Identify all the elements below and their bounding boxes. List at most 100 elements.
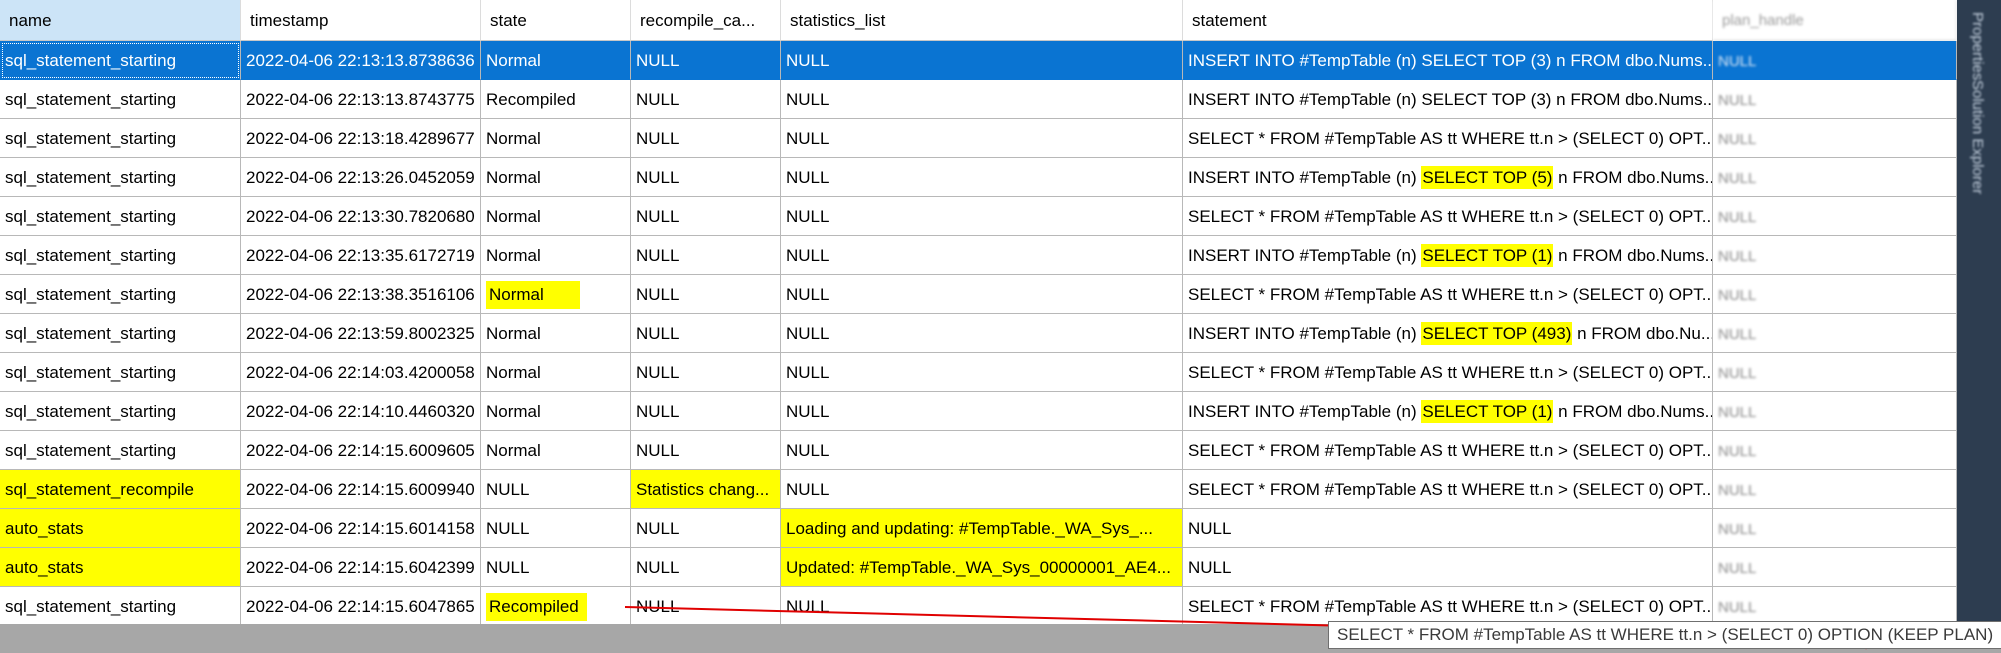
cell-statement[interactable]: SELECT * FROM #TempTable AS tt WHERE tt.… [1183,119,1713,158]
cell-recompile[interactable]: NULL [631,197,781,236]
cell-recompile[interactable]: NULL [631,548,781,587]
cell-recompile[interactable]: NULL [631,314,781,353]
cell-name[interactable]: auto_stats [0,548,241,587]
table-row[interactable]: sql_statement_starting 2022-04-06 22:13:2… [0,158,1957,197]
table-row[interactable]: sql_statement_starting 2022-04-06 22:13:1… [0,80,1957,119]
cell-timestamp[interactable]: 2022-04-06 22:13:30.7820680 [241,197,481,236]
cell-recompile[interactable]: NULL [631,80,781,119]
cell-plan-handle[interactable]: NULL [1713,80,1957,119]
cell-name[interactable]: sql_statement_starting [0,431,241,470]
cell-state[interactable]: Normal [481,236,631,275]
cell-statement[interactable]: INSERT INTO #TempTable (n) SELECT TOP (3… [1183,41,1713,80]
cell-timestamp[interactable]: 2022-04-06 22:13:35.6172719 [241,236,481,275]
cell-statistics[interactable]: NULL [781,119,1183,158]
cell-statistics[interactable]: NULL [781,392,1183,431]
cell-name[interactable]: sql_statement_starting [0,314,241,353]
cell-statistics[interactable]: NULL [781,236,1183,275]
cell-state[interactable]: Normal [481,275,631,314]
cell-plan-handle[interactable]: NULL [1713,509,1957,548]
cell-recompile[interactable]: NULL [631,158,781,197]
cell-recompile[interactable]: NULL [631,353,781,392]
cell-statistics[interactable]: NULL [781,470,1183,509]
cell-statement[interactable]: SELECT * FROM #TempTable AS tt WHERE tt.… [1183,587,1713,624]
cell-state[interactable]: Recompiled [481,80,631,119]
table-row[interactable]: sql_statement_starting 2022-04-06 22:13:1… [0,119,1957,158]
cell-plan-handle[interactable]: NULL [1713,548,1957,587]
column-header-timestamp[interactable]: timestamp [241,0,481,41]
cell-plan-handle[interactable]: NULL [1713,236,1957,275]
cell-name[interactable]: sql_statement_starting [0,41,241,80]
cell-plan-handle[interactable]: NULL [1713,197,1957,236]
cell-statistics[interactable]: NULL [781,80,1183,119]
column-header-recompile[interactable]: recompile_ca... [631,0,781,41]
cell-plan-handle[interactable]: NULL [1713,587,1957,624]
cell-statement[interactable]: INSERT INTO #TempTable (n) SELECT TOP (4… [1183,314,1713,353]
table-row[interactable]: sql_statement_starting 2022-04-06 22:13:1… [0,41,1957,80]
column-header-name[interactable]: name [0,0,241,41]
cell-timestamp[interactable]: 2022-04-06 22:14:15.6009605 [241,431,481,470]
cell-recompile[interactable]: NULL [631,236,781,275]
cell-state[interactable]: NULL [481,509,631,548]
cell-name[interactable]: sql_statement_recompile [0,470,241,509]
cell-statement[interactable]: SELECT * FROM #TempTable AS tt WHERE tt.… [1183,353,1713,392]
cell-name[interactable]: sql_statement_starting [0,275,241,314]
cell-state[interactable]: NULL [481,470,631,509]
cell-name[interactable]: sql_statement_starting [0,392,241,431]
cell-plan-handle[interactable]: NULL [1713,431,1957,470]
cell-recompile[interactable]: NULL [631,275,781,314]
cell-timestamp[interactable]: 2022-04-06 22:14:10.4460320 [241,392,481,431]
cell-plan-handle[interactable]: NULL [1713,158,1957,197]
cell-statistics[interactable]: Updated: #TempTable._WA_Sys_00000001_AE4… [781,548,1183,587]
table-row[interactable]: auto_stats 2022-04-06 22:14:15.6042399 NUL… [0,548,1957,587]
cell-timestamp[interactable]: 2022-04-06 22:13:13.8743775 [241,80,481,119]
cell-state[interactable]: Normal [481,197,631,236]
cell-statistics[interactable]: Loading and updating: #TempTable._WA_Sys… [781,509,1183,548]
cell-statement[interactable]: NULL [1183,548,1713,587]
cell-plan-handle[interactable]: NULL [1713,470,1957,509]
cell-plan-handle[interactable]: NULL [1713,41,1957,80]
cell-statistics[interactable]: NULL [781,197,1183,236]
table-row[interactable]: sql_statement_starting 2022-04-06 22:13:3… [0,236,1957,275]
cell-state[interactable]: Normal [481,353,631,392]
table-row[interactable]: auto_stats 2022-04-06 22:14:15.6014158 NUL… [0,509,1957,548]
cell-state[interactable]: Normal [481,158,631,197]
cell-statement[interactable]: SELECT * FROM #TempTable AS tt WHERE tt.… [1183,275,1713,314]
cell-name[interactable]: sql_statement_starting [0,80,241,119]
cell-timestamp[interactable]: 2022-04-06 22:14:15.6014158 [241,509,481,548]
cell-name[interactable]: auto_stats [0,509,241,548]
cell-timestamp[interactable]: 2022-04-06 22:14:03.4200058 [241,353,481,392]
cell-statistics[interactable]: NULL [781,314,1183,353]
cell-name[interactable]: sql_statement_starting [0,158,241,197]
cell-plan-handle[interactable]: NULL [1713,119,1957,158]
cell-timestamp[interactable]: 2022-04-06 22:13:59.8002325 [241,314,481,353]
cell-statistics[interactable]: NULL [781,41,1183,80]
side-tab-solution-explorer[interactable]: Solution Explorer [1969,80,1986,194]
cell-statistics[interactable]: NULL [781,353,1183,392]
cell-statement[interactable]: INSERT INTO #TempTable (n) SELECT TOP (5… [1183,158,1713,197]
cell-recompile[interactable]: NULL [631,119,781,158]
cell-statement[interactable]: SELECT * FROM #TempTable AS tt WHERE tt.… [1183,431,1713,470]
cell-name[interactable]: sql_statement_starting [0,353,241,392]
cell-statement[interactable]: INSERT INTO #TempTable (n) SELECT TOP (1… [1183,236,1713,275]
cell-recompile[interactable]: NULL [631,509,781,548]
cell-recompile[interactable]: Statistics chang... [631,470,781,509]
cell-state[interactable]: NULL [481,548,631,587]
cell-state[interactable]: Recompiled [481,587,631,624]
cell-name[interactable]: sql_statement_starting [0,587,241,624]
cell-timestamp[interactable]: 2022-04-06 22:13:13.8738636 [241,41,481,80]
cell-state[interactable]: Normal [481,119,631,158]
table-row[interactable]: sql_statement_starting 2022-04-06 22:14:1… [0,431,1957,470]
cell-timestamp[interactable]: 2022-04-06 22:13:18.4289677 [241,119,481,158]
column-header-plan-handle[interactable]: plan_handle [1713,0,1957,41]
cell-statement[interactable]: SELECT * FROM #TempTable AS tt WHERE tt.… [1183,470,1713,509]
cell-name[interactable]: sql_statement_starting [0,119,241,158]
table-row[interactable]: sql_statement_starting 2022-04-06 22:13:3… [0,275,1957,314]
cell-statistics[interactable]: NULL [781,587,1183,624]
table-row[interactable]: sql_statement_starting 2022-04-06 22:13:5… [0,314,1957,353]
column-header-state[interactable]: state [481,0,631,41]
cell-name[interactable]: sql_statement_starting [0,197,241,236]
cell-statement[interactable]: INSERT INTO #TempTable (n) SELECT TOP (3… [1183,80,1713,119]
cell-timestamp[interactable]: 2022-04-06 22:13:26.0452059 [241,158,481,197]
cell-timestamp[interactable]: 2022-04-06 22:14:15.6047865 [241,587,481,624]
side-tab-properties[interactable]: Properties [1969,12,1986,80]
